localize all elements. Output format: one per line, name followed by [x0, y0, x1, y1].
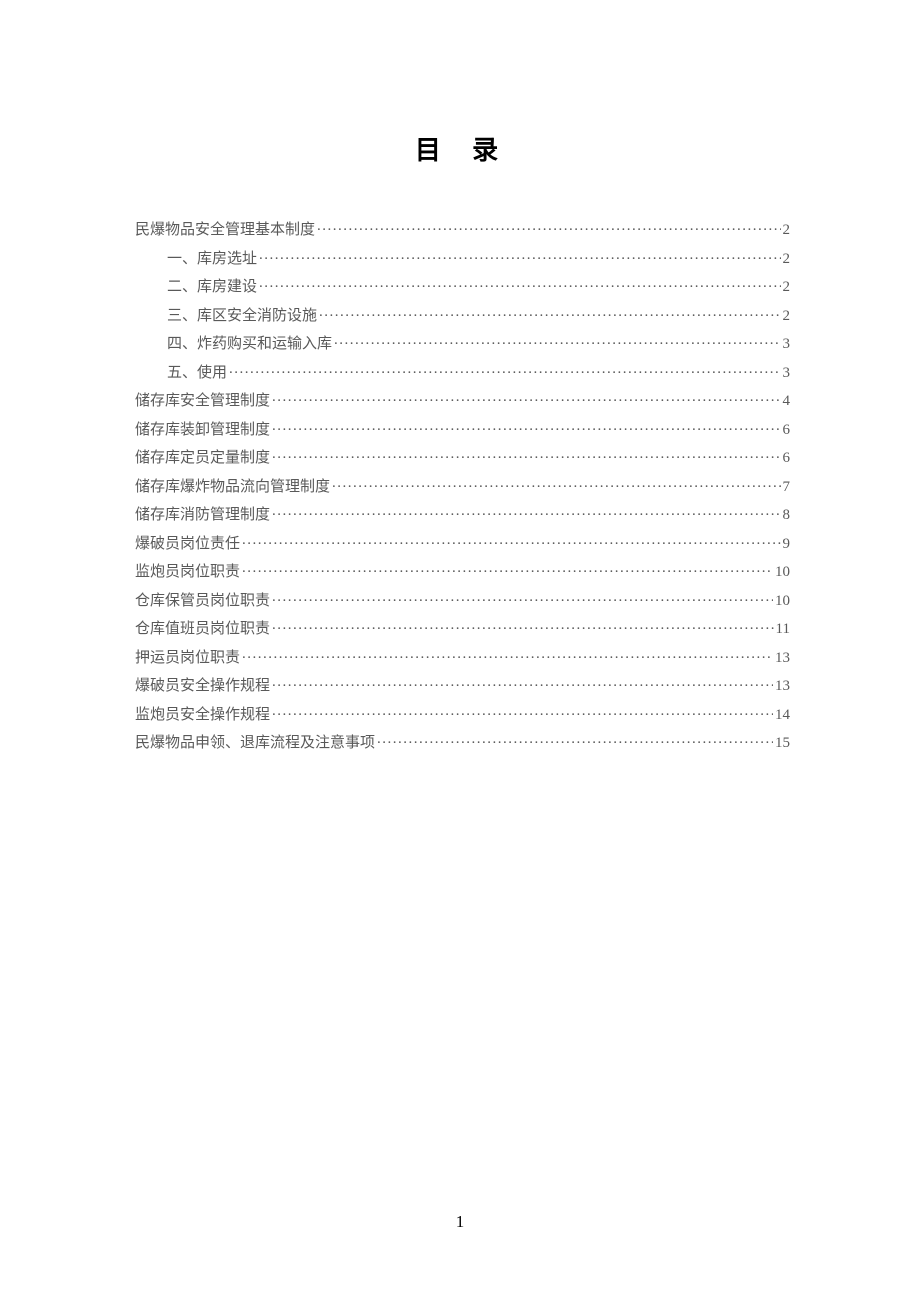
- toc-entry-page: 11: [776, 622, 790, 637]
- toc-entry-label: 储存库定员定量制度: [135, 451, 270, 466]
- toc-entry-label: 五、使用: [167, 366, 227, 381]
- toc-entry-page: 10: [775, 594, 790, 609]
- toc-entry[interactable]: 押运员岗位职责 13: [135, 647, 790, 666]
- toc-entry-page: 14: [775, 708, 790, 723]
- toc-entry[interactable]: 民爆物品申领、退库流程及注意事项 15: [135, 732, 790, 751]
- toc-entry-label: 爆破员安全操作规程: [135, 679, 270, 694]
- toc-leader-dots: [272, 390, 780, 405]
- toc-leader-dots: [272, 618, 774, 633]
- toc-entry-label: 储存库装卸管理制度: [135, 423, 270, 438]
- toc-entry-label: 监炮员安全操作规程: [135, 708, 270, 723]
- toc-entry-label: 储存库爆炸物品流向管理制度: [135, 480, 330, 495]
- toc-entry-page: 6: [783, 451, 791, 466]
- toc-entry[interactable]: 储存库消防管理制度 8: [135, 504, 790, 523]
- document-page: 目 录 民爆物品安全管理基本制度2一、库房选址2二、库房建设2三、库区安全消防设…: [0, 0, 920, 751]
- page-number: 1: [0, 1212, 920, 1232]
- toc-title: 目 录: [135, 130, 790, 167]
- toc-entry-label: 三、库区安全消防设施: [167, 309, 317, 324]
- toc-leader-dots: [272, 704, 773, 719]
- toc-entry[interactable]: 二、库房建设 2: [135, 276, 790, 295]
- toc-entry-page: 13: [775, 651, 790, 666]
- toc-entry[interactable]: 储存库装卸管理制度 6: [135, 419, 790, 438]
- toc-entry-label: 储存库消防管理制度: [135, 508, 270, 523]
- toc-leader-dots: [317, 219, 780, 234]
- toc-entry-page: 8: [783, 508, 791, 523]
- toc-entry-page: 2: [783, 223, 791, 238]
- toc-entry-label: 四、炸药购买和运输入库: [167, 337, 332, 352]
- toc-entry[interactable]: 三、库区安全消防设施 2: [135, 305, 790, 324]
- toc-leader-dots: [272, 504, 780, 519]
- toc-entry-label: 监炮员岗位职责: [135, 565, 240, 580]
- toc-entry[interactable]: 四、炸药购买和运输入库 3: [135, 333, 790, 352]
- toc-entry-page: 15: [775, 736, 790, 751]
- toc-leader-dots: [242, 561, 773, 576]
- toc-entry[interactable]: 一、库房选址 2: [135, 248, 790, 267]
- toc-entry[interactable]: 民爆物品安全管理基本制度 2: [135, 219, 790, 238]
- toc-entry[interactable]: 储存库定员定量制度 6: [135, 447, 790, 466]
- toc-entry[interactable]: 监炮员岗位职责 10: [135, 561, 790, 580]
- toc-entry-page: 4: [783, 394, 791, 409]
- toc-entry-label: 民爆物品安全管理基本制度: [135, 223, 315, 238]
- toc-entry[interactable]: 五、使用 3: [135, 362, 790, 381]
- toc-leader-dots: [334, 333, 780, 348]
- toc-entry-page: 2: [783, 280, 791, 295]
- toc-entry[interactable]: 储存库安全管理制度 4: [135, 390, 790, 409]
- toc-entry-page: 6: [783, 423, 791, 438]
- toc-leader-dots: [332, 476, 780, 491]
- toc-leader-dots: [377, 732, 773, 747]
- toc-entry[interactable]: 仓库保管员岗位职责 10: [135, 590, 790, 609]
- toc-entry[interactable]: 储存库爆炸物品流向管理制度 7: [135, 476, 790, 495]
- toc-leader-dots: [272, 590, 773, 605]
- toc-leader-dots: [259, 276, 780, 291]
- toc-entry-label: 押运员岗位职责: [135, 651, 240, 666]
- toc-leader-dots: [272, 675, 773, 690]
- toc-entry-label: 一、库房选址: [167, 252, 257, 267]
- toc-entry[interactable]: 仓库值班员岗位职责 11: [135, 618, 790, 637]
- toc-leader-dots: [272, 447, 780, 462]
- toc-leader-dots: [229, 362, 780, 377]
- toc-entry[interactable]: 爆破员安全操作规程 13: [135, 675, 790, 694]
- toc-leader-dots: [319, 305, 780, 320]
- toc-entry-page: 13: [775, 679, 790, 694]
- toc-entry-page: 2: [783, 309, 791, 324]
- toc-entry-page: 7: [783, 480, 791, 495]
- toc-entry-label: 仓库值班员岗位职责: [135, 622, 270, 637]
- toc-entry-label: 民爆物品申领、退库流程及注意事项: [135, 736, 375, 751]
- toc-leader-dots: [272, 419, 780, 434]
- toc-entry-page: 3: [783, 366, 791, 381]
- toc-entry[interactable]: 爆破员岗位责任 9: [135, 533, 790, 552]
- toc-leader-dots: [242, 647, 773, 662]
- toc-entry-label: 储存库安全管理制度: [135, 394, 270, 409]
- table-of-contents: 民爆物品安全管理基本制度 2 一、库房选址 2 二、库房建设 2 三、库区安全消防设施 2 四、…: [135, 219, 790, 751]
- toc-entry[interactable]: 监炮员安全操作规程 14: [135, 704, 790, 723]
- toc-entry-label: 仓库保管员岗位职责: [135, 594, 270, 609]
- toc-leader-dots: [242, 533, 780, 548]
- toc-leader-dots: [259, 248, 780, 263]
- toc-entry-page: 10: [775, 565, 790, 580]
- toc-entry-label: 爆破员岗位责任: [135, 537, 240, 552]
- toc-entry-label: 二、库房建设: [167, 280, 257, 295]
- toc-entry-page: 9: [783, 537, 791, 552]
- toc-entry-page: 2: [783, 252, 791, 267]
- toc-entry-page: 3: [783, 337, 791, 352]
